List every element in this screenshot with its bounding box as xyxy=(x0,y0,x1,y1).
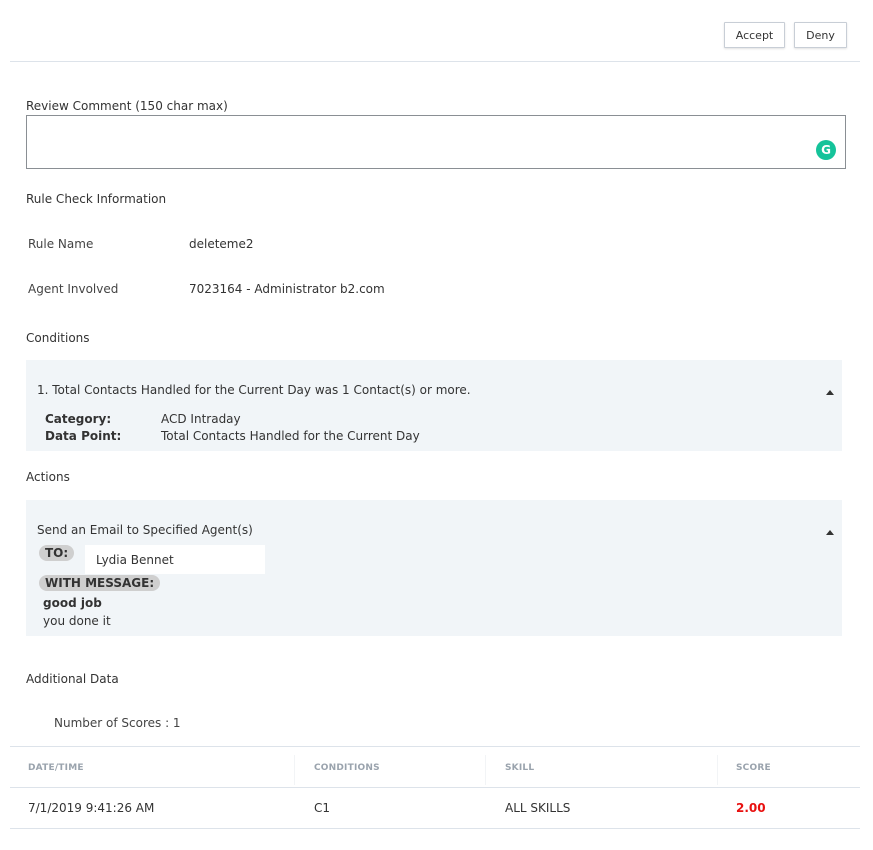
grammarly-icon[interactable]: G xyxy=(816,140,836,160)
review-comment-label: Review Comment (150 char max) xyxy=(26,99,228,113)
scores-table: DATE/TIME CONDITIONS SKILL SCORE 7/1/201… xyxy=(10,746,860,829)
grammarly-glyph: G xyxy=(821,143,831,157)
top-toolbar: Accept Deny xyxy=(10,0,860,62)
deny-button[interactable]: Deny xyxy=(794,22,847,48)
table-header: DATE/TIME CONDITIONS SKILL SCORE xyxy=(10,747,860,788)
with-message-label: WITH MESSAGE: xyxy=(39,575,161,591)
category-value: ACD Intraday xyxy=(161,412,241,426)
column-header-datetime[interactable]: DATE/TIME xyxy=(28,763,84,773)
column-divider xyxy=(485,755,486,785)
to-label: TO: xyxy=(39,545,75,561)
agent-involved-label: Agent Involved xyxy=(28,282,119,296)
to-recipient-field[interactable] xyxy=(85,545,265,574)
collapse-caret-icon[interactable] xyxy=(826,530,834,535)
conditions-title: Conditions xyxy=(26,331,90,345)
table-row[interactable]: 7/1/2019 9:41:26 AM C1 ALL SKILLS 2.00 xyxy=(10,788,860,829)
review-comment-input[interactable] xyxy=(26,115,846,169)
datapoint-label: Data Point: xyxy=(45,429,122,443)
additional-data-title: Additional Data xyxy=(26,672,119,686)
message-subject: good job xyxy=(43,596,102,610)
message-body: you done it xyxy=(43,614,111,628)
cell-datetime: 7/1/2019 9:41:26 AM xyxy=(28,801,155,815)
condition-panel: 1. Total Contacts Handled for the Curren… xyxy=(26,360,842,451)
column-divider xyxy=(717,755,718,785)
action-panel: Send an Email to Specified Agent(s) TO: … xyxy=(26,500,842,636)
action-text: Send an Email to Specified Agent(s) xyxy=(37,523,253,537)
rule-name-label: Rule Name xyxy=(28,237,94,251)
column-header-skill[interactable]: SKILL xyxy=(505,763,534,773)
condition-text: 1. Total Contacts Handled for the Curren… xyxy=(37,383,471,397)
category-label: Category: xyxy=(45,412,112,426)
rule-name-value: deleteme2 xyxy=(189,237,254,251)
collapse-caret-icon[interactable] xyxy=(826,390,834,395)
cell-conditions: C1 xyxy=(314,801,331,815)
datapoint-value: Total Contacts Handled for the Current D… xyxy=(161,429,420,443)
column-header-score[interactable]: SCORE xyxy=(736,763,771,773)
column-divider xyxy=(294,755,295,785)
rule-check-title: Rule Check Information xyxy=(26,192,167,206)
scores-count: Number of Scores : 1 xyxy=(54,716,181,730)
accept-button[interactable]: Accept xyxy=(724,22,785,48)
cell-score: 2.00 xyxy=(736,801,766,815)
cell-skill: ALL SKILLS xyxy=(505,801,571,815)
agent-involved-value: 7023164 - Administrator b2.com xyxy=(189,282,385,296)
column-header-conditions[interactable]: CONDITIONS xyxy=(314,763,380,773)
actions-title: Actions xyxy=(26,470,70,484)
